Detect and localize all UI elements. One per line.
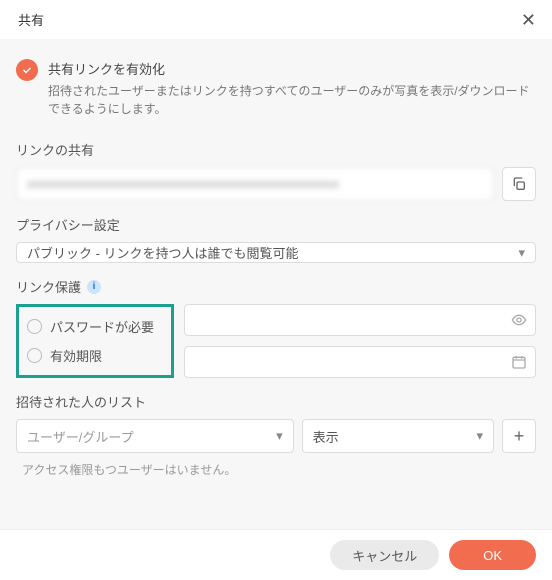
user-group-select[interactable]: ユーザー/グループ ▾ (16, 419, 294, 453)
plus-icon: + (514, 427, 525, 445)
ok-button[interactable]: OK (449, 540, 536, 570)
info-icon[interactable]: i (87, 280, 101, 294)
modal-title: 共有 (18, 10, 44, 29)
privacy-section: プライバシー設定 パブリック - リンクを持つ人は誰でも閲覧可能 ▾ (16, 215, 536, 263)
password-option[interactable]: パスワードが必要 (27, 317, 163, 336)
user-group-placeholder: ユーザー/グループ (27, 427, 134, 446)
password-input[interactable] (184, 304, 536, 336)
copy-button[interactable] (502, 167, 536, 201)
protect-options-highlight: パスワードが必要 有効期限 (16, 304, 174, 378)
link-section: リンクの共有 xxxxxxxxxxxxxxxxxxxxxxxxxxxxxxxxx… (16, 140, 536, 201)
protect-section: リンク保護 i パスワードが必要 有効期限 (16, 277, 536, 378)
expiry-input[interactable] (184, 346, 536, 378)
cancel-button[interactable]: キャンセル (330, 540, 439, 570)
enable-title: 共有リンクを有効化 (48, 59, 536, 78)
eye-icon (511, 312, 527, 328)
expiry-label: 有効期限 (50, 346, 102, 365)
privacy-select[interactable]: パブリック - リンクを持つ人は誰でも閲覧可能 ▾ (16, 242, 536, 263)
invite-section: 招待された人のリスト ユーザー/グループ ▾ 表示 ▾ + アクセス権限もつユー… (16, 392, 536, 478)
share-link-input[interactable]: xxxxxxxxxxxxxxxxxxxxxxxxxxxxxxxxxxxxxxxx… (16, 167, 494, 201)
enable-share-row: 共有リンクを有効化 招待されたユーザーまたはリンクを持つすべてのユーザーのみが写… (16, 53, 536, 126)
invite-label: 招待された人のリスト (16, 392, 536, 411)
privacy-value: パブリック - リンクを持つ人は誰でも閲覧可能 (27, 243, 299, 262)
copy-icon (511, 176, 527, 192)
enable-desc: 招待されたユーザーまたはリンクを持つすべてのユーザーのみが写真を表示/ダウンロー… (48, 82, 536, 118)
chevron-down-icon: ▾ (518, 245, 525, 261)
permission-select[interactable]: 表示 ▾ (302, 419, 494, 453)
modal-body: 共有リンクを有効化 招待されたユーザーまたはリンクを持つすべてのユーザーのみが写… (0, 39, 552, 529)
privacy-label: プライバシー設定 (16, 215, 536, 234)
share-modal: 共有 ✕ 共有リンクを有効化 招待されたユーザーまたはリンクを持つすべてのユーザ… (0, 0, 552, 580)
password-label: パスワードが必要 (50, 317, 154, 336)
chevron-down-icon: ▾ (276, 428, 283, 444)
close-icon[interactable]: ✕ (521, 11, 536, 29)
modal-header: 共有 ✕ (0, 0, 552, 39)
check-icon[interactable] (16, 59, 38, 81)
enable-text: 共有リンクを有効化 招待されたユーザーまたはリンクを持つすべてのユーザーのみが写… (48, 59, 536, 118)
chevron-down-icon: ▾ (476, 428, 483, 444)
radio-icon (27, 348, 42, 363)
expiry-option[interactable]: 有効期限 (27, 346, 163, 365)
radio-icon (27, 319, 42, 334)
link-label: リンクの共有 (16, 140, 536, 159)
protect-label: リンク保護 (16, 277, 81, 296)
empty-invite-message: アクセス権限もつユーザーはいません。 (16, 461, 536, 478)
calendar-icon (511, 354, 527, 370)
modal-footer: キャンセル OK (0, 529, 552, 580)
add-user-button[interactable]: + (502, 419, 536, 453)
permission-value: 表示 (313, 427, 339, 446)
